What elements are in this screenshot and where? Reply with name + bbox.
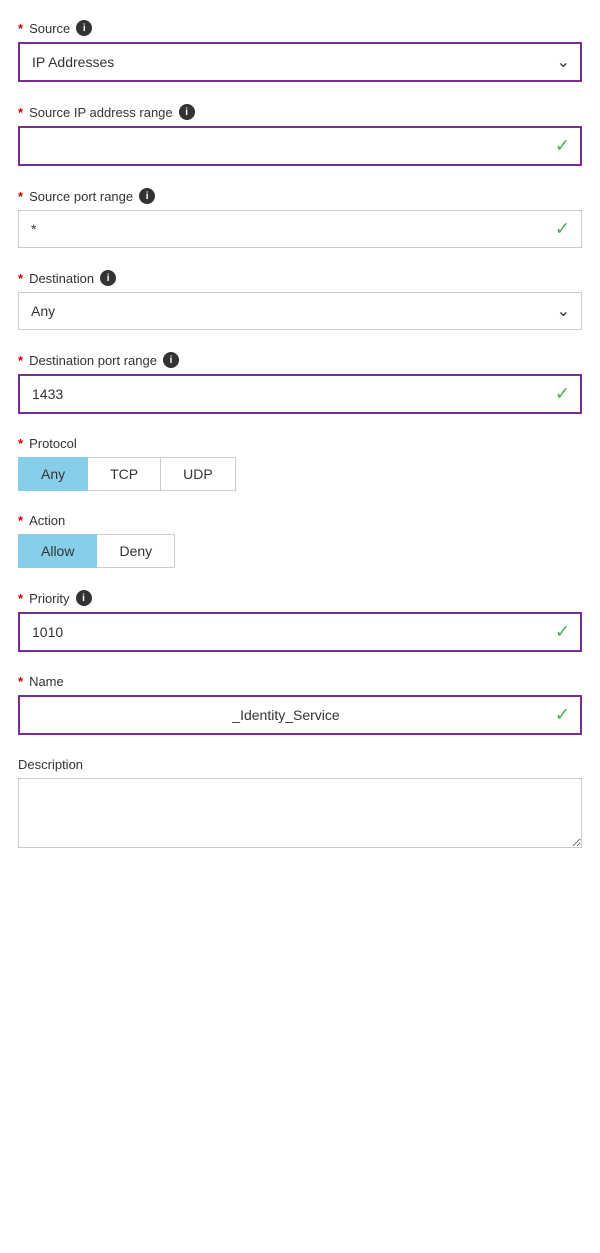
source-ip-range-label: * Source IP address range i bbox=[18, 104, 582, 120]
destination-select[interactable]: Any IP Addresses Service Tag Application… bbox=[18, 292, 582, 330]
destination-info-icon[interactable]: i bbox=[100, 270, 116, 286]
source-ip-range-info-icon[interactable]: i bbox=[179, 104, 195, 120]
source-ip-range-input[interactable] bbox=[18, 126, 582, 166]
action-group: * Action Allow Deny bbox=[18, 513, 582, 568]
protocol-label-text: Protocol bbox=[29, 436, 77, 451]
source-group: * Source i IP Addresses Any Service Tag … bbox=[18, 20, 582, 82]
priority-input-wrapper: ✓ bbox=[18, 612, 582, 652]
source-port-range-info-icon[interactable]: i bbox=[139, 188, 155, 204]
source-port-range-label-text: Source port range bbox=[29, 189, 133, 204]
description-textarea[interactable] bbox=[18, 778, 582, 848]
source-info-icon[interactable]: i bbox=[76, 20, 92, 36]
source-port-range-group: * Source port range i ✓ bbox=[18, 188, 582, 248]
required-star: * bbox=[18, 513, 23, 528]
action-label: * Action bbox=[18, 513, 582, 528]
protocol-group: * Protocol Any TCP UDP bbox=[18, 436, 582, 491]
source-port-range-input-wrapper: ✓ bbox=[18, 210, 582, 248]
source-port-range-input[interactable] bbox=[18, 210, 582, 248]
required-star: * bbox=[18, 353, 23, 368]
action-allow-button[interactable]: Allow bbox=[18, 534, 97, 568]
destination-select-wrapper: Any IP Addresses Service Tag Application… bbox=[18, 292, 582, 330]
required-star: * bbox=[18, 105, 23, 120]
destination-port-range-label: * Destination port range i bbox=[18, 352, 582, 368]
source-select[interactable]: IP Addresses Any Service Tag Application… bbox=[18, 42, 582, 82]
name-group: * Name ✓ bbox=[18, 674, 582, 735]
destination-port-range-label-text: Destination port range bbox=[29, 353, 157, 368]
protocol-button-group: Any TCP UDP bbox=[18, 457, 582, 491]
protocol-tcp-button[interactable]: TCP bbox=[88, 457, 161, 491]
description-group: Description bbox=[18, 757, 582, 851]
description-label: Description bbox=[18, 757, 582, 772]
source-ip-range-input-wrapper: ✓ bbox=[18, 126, 582, 166]
source-port-range-label: * Source port range i bbox=[18, 188, 582, 204]
required-star: * bbox=[18, 271, 23, 286]
action-label-text: Action bbox=[29, 513, 65, 528]
required-star: * bbox=[18, 436, 23, 451]
protocol-label: * Protocol bbox=[18, 436, 582, 451]
required-star: * bbox=[18, 591, 23, 606]
destination-label: * Destination i bbox=[18, 270, 582, 286]
destination-port-range-info-icon[interactable]: i bbox=[163, 352, 179, 368]
description-label-text: Description bbox=[18, 757, 83, 772]
source-ip-range-group: * Source IP address range i ✓ bbox=[18, 104, 582, 166]
destination-port-range-input-wrapper: ✓ bbox=[18, 374, 582, 414]
priority-label: * Priority i bbox=[18, 590, 582, 606]
required-star: * bbox=[18, 674, 23, 689]
priority-input[interactable] bbox=[18, 612, 582, 652]
name-label: * Name bbox=[18, 674, 582, 689]
priority-label-text: Priority bbox=[29, 591, 69, 606]
source-ip-range-label-text: Source IP address range bbox=[29, 105, 173, 120]
source-label: * Source i bbox=[18, 20, 582, 36]
action-deny-button[interactable]: Deny bbox=[97, 534, 175, 568]
destination-group: * Destination i Any IP Addresses Service… bbox=[18, 270, 582, 330]
destination-port-range-group: * Destination port range i ✓ bbox=[18, 352, 582, 414]
source-label-text: Source bbox=[29, 21, 70, 36]
name-input-wrapper: ✓ bbox=[18, 695, 582, 735]
action-button-group: Allow Deny bbox=[18, 534, 582, 568]
protocol-any-button[interactable]: Any bbox=[18, 457, 88, 491]
destination-port-range-input[interactable] bbox=[18, 374, 582, 414]
destination-label-text: Destination bbox=[29, 271, 94, 286]
name-label-text: Name bbox=[29, 674, 64, 689]
priority-group: * Priority i ✓ bbox=[18, 590, 582, 652]
source-select-wrapper: IP Addresses Any Service Tag Application… bbox=[18, 42, 582, 82]
priority-info-icon[interactable]: i bbox=[76, 590, 92, 606]
required-star: * bbox=[18, 189, 23, 204]
required-star: * bbox=[18, 21, 23, 36]
name-input[interactable] bbox=[18, 695, 582, 735]
protocol-udp-button[interactable]: UDP bbox=[161, 457, 236, 491]
